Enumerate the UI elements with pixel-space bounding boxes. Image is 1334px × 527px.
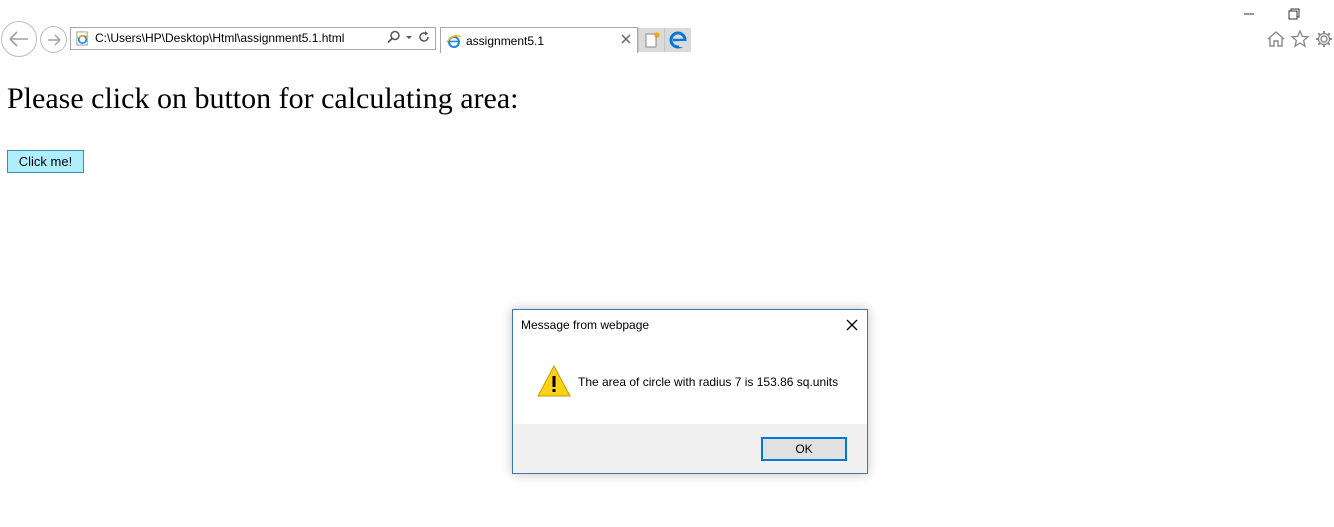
ie-page-icon bbox=[76, 31, 89, 46]
dropdown-arrow-icon[interactable] bbox=[405, 30, 413, 44]
open-edge-button[interactable] bbox=[664, 28, 691, 52]
dialog-close-icon[interactable] bbox=[846, 319, 858, 331]
dialog-title: Message from webpage bbox=[521, 318, 650, 332]
search-icon[interactable] bbox=[387, 30, 401, 44]
page-heading: Please click on button for calculating a… bbox=[7, 82, 519, 115]
dialog-message: The area of circle with radius 7 is 153.… bbox=[578, 375, 839, 389]
forward-arrow-icon bbox=[47, 34, 60, 45]
address-url[interactable]: C:\Users\HP\Desktop\Html\assignment5.1.h… bbox=[95, 31, 344, 45]
ok-button[interactable]: OK bbox=[761, 437, 847, 461]
refresh-icon[interactable] bbox=[417, 30, 431, 44]
edge-icon bbox=[669, 31, 687, 49]
tab-close-icon[interactable] bbox=[620, 33, 632, 45]
restore-icon[interactable] bbox=[1286, 6, 1302, 22]
new-tab-button[interactable] bbox=[638, 28, 664, 52]
settings-gear-icon[interactable] bbox=[1314, 29, 1334, 49]
home-icon[interactable] bbox=[1266, 29, 1286, 49]
warning-icon bbox=[537, 365, 571, 397]
dialog-footer: OK bbox=[513, 424, 867, 473]
alert-dialog: Message from webpage The area of circle … bbox=[512, 309, 868, 474]
click-me-button[interactable]: Click me! bbox=[7, 150, 84, 173]
back-arrow-icon bbox=[9, 31, 28, 47]
minimize-icon[interactable] bbox=[1241, 6, 1257, 22]
browser-tab[interactable]: assignment5.1 bbox=[440, 27, 638, 53]
favorites-star-icon[interactable] bbox=[1290, 29, 1310, 49]
address-bar[interactable]: C:\Users\HP\Desktop\Html\assignment5.1.h… bbox=[70, 27, 436, 50]
tab-title: assignment5.1 bbox=[466, 34, 545, 48]
new-tab-icon bbox=[645, 32, 660, 48]
ie-page-icon bbox=[446, 35, 462, 48]
forward-button[interactable] bbox=[40, 26, 67, 53]
back-button[interactable] bbox=[1, 21, 37, 57]
